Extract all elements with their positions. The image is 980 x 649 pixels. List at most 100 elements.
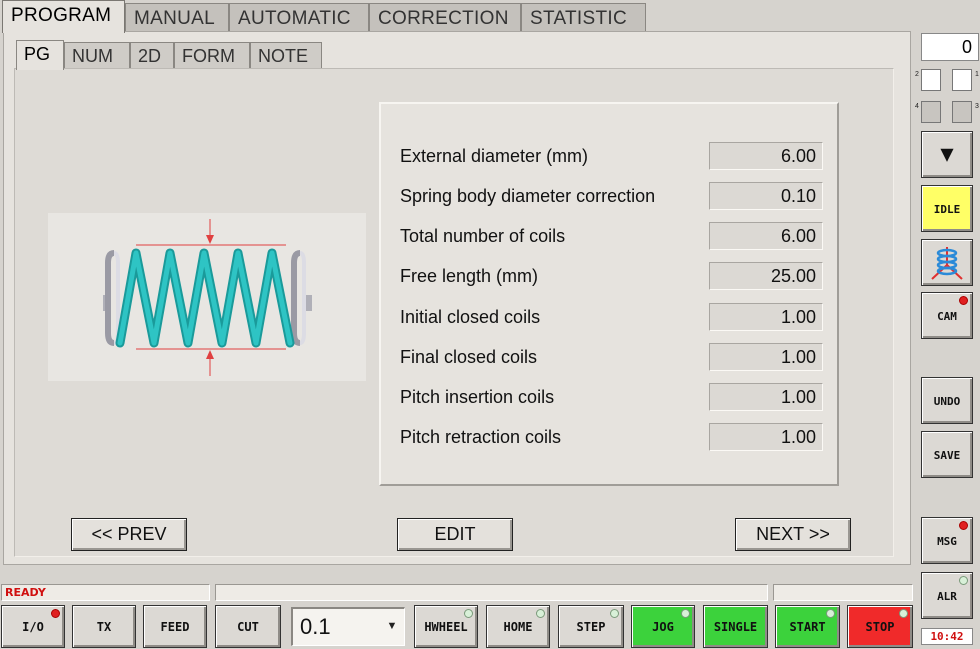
hwheel-button[interactable]: HWHEEL xyxy=(414,605,478,648)
param-value[interactable]: 25.00 xyxy=(709,262,823,290)
mini-label: 2 xyxy=(915,71,919,78)
top-tab-bar: PROGRAM MANUAL AUTOMATIC CORRECTION STAT… xyxy=(0,0,910,33)
edit-button[interactable]: EDIT xyxy=(397,518,513,551)
feed-button[interactable]: FEED xyxy=(143,605,207,648)
message-field xyxy=(215,584,768,601)
step-label: STEP xyxy=(576,620,606,634)
status-text: READY xyxy=(5,586,46,599)
led-indicator xyxy=(959,296,968,305)
io-label: I/O xyxy=(22,620,44,634)
mini-box-1[interactable] xyxy=(952,69,972,91)
msg-button[interactable]: MSG xyxy=(921,517,973,564)
single-button[interactable]: SINGLE xyxy=(703,605,768,648)
mini-label: 4 xyxy=(915,103,919,110)
led-indicator xyxy=(464,609,473,618)
param-label: Spring body diameter correction xyxy=(400,186,656,206)
param-value[interactable]: 6.00 xyxy=(709,222,823,250)
param-value[interactable]: 1.00 xyxy=(709,383,823,411)
jog-label: JOG xyxy=(652,620,674,634)
param-label: Total number of coils xyxy=(400,226,566,246)
prev-button[interactable]: << PREV xyxy=(71,518,187,551)
led-indicator xyxy=(51,609,60,618)
param-row: Pitch retraction coils 1.00 xyxy=(381,423,837,451)
cam-label: CAM xyxy=(937,310,957,323)
param-label: Free length (mm) xyxy=(400,266,539,286)
feed-label: FEED xyxy=(160,620,190,634)
param-row: Total number of coils 6.00 xyxy=(381,222,837,250)
io-button[interactable]: I/O xyxy=(1,605,65,648)
program-panel: PG NUM 2D FORM NOTE External diameter (m… xyxy=(3,31,911,565)
mini-label: 1 xyxy=(975,71,979,78)
tab-manual[interactable]: MANUAL xyxy=(125,3,229,32)
param-value[interactable]: 1.00 xyxy=(709,423,823,451)
tab-num[interactable]: NUM xyxy=(64,42,130,69)
led-indicator xyxy=(959,576,968,585)
param-label: Initial closed coils xyxy=(400,307,541,327)
scroll-down-button[interactable]: ▼ xyxy=(921,131,973,178)
jog-button[interactable]: JOG xyxy=(631,605,695,648)
start-button[interactable]: START xyxy=(775,605,840,648)
tab-form[interactable]: FORM xyxy=(174,42,250,69)
clock: 10:42 xyxy=(921,628,973,645)
led-indicator xyxy=(826,609,835,618)
idle-label: IDLE xyxy=(933,203,961,216)
chevron-down-icon[interactable]: ▼ xyxy=(383,612,401,642)
parameter-panel: External diameter (mm) 6.00 Spring body … xyxy=(379,102,839,486)
save-label: SAVE xyxy=(933,449,961,462)
tab-statistic[interactable]: STATISTIC xyxy=(521,3,646,32)
status-field: READY xyxy=(1,584,210,601)
tab-correction[interactable]: CORRECTION xyxy=(369,3,521,32)
mini-label: 3 xyxy=(975,103,979,110)
led-indicator xyxy=(959,521,968,530)
param-value[interactable]: 6.00 xyxy=(709,142,823,170)
save-button[interactable]: SAVE xyxy=(921,431,973,478)
param-row: Free length (mm) 25.00 xyxy=(381,262,837,290)
mini-box-4[interactable] xyxy=(921,101,941,123)
tab-program[interactable]: PROGRAM xyxy=(2,0,125,33)
mini-box-3[interactable] xyxy=(952,101,972,123)
param-label: Pitch retraction coils xyxy=(400,427,562,447)
home-button[interactable]: HOME xyxy=(486,605,550,648)
next-button[interactable]: NEXT >> xyxy=(735,518,851,551)
spring-view-button[interactable] xyxy=(921,239,973,286)
param-row: Initial closed coils 1.00 xyxy=(381,303,837,331)
led-indicator xyxy=(610,609,619,618)
param-value[interactable]: 0.10 xyxy=(709,182,823,210)
step-size-value: 0.1 xyxy=(300,614,331,639)
msg-label: MSG xyxy=(937,535,957,548)
single-label: SINGLE xyxy=(713,620,758,634)
param-value[interactable]: 1.00 xyxy=(709,343,823,371)
led-indicator xyxy=(536,609,545,618)
idle-status-button[interactable]: IDLE xyxy=(921,185,973,232)
stop-label: STOP xyxy=(865,620,895,634)
led-indicator xyxy=(899,609,908,618)
cut-label: CUT xyxy=(237,620,259,634)
step-button[interactable]: STEP xyxy=(558,605,624,648)
tab-2d[interactable]: 2D xyxy=(130,42,174,69)
undo-label: UNDO xyxy=(933,395,961,408)
tab-automatic[interactable]: AUTOMATIC xyxy=(229,3,369,32)
step-size-select[interactable]: 0.1 ▼ xyxy=(291,607,405,646)
param-label: External diameter (mm) xyxy=(400,146,589,166)
cut-button[interactable]: CUT xyxy=(215,605,281,648)
param-value[interactable]: 1.00 xyxy=(709,303,823,331)
hwheel-label: HWHEEL xyxy=(424,620,468,634)
param-label: Final closed coils xyxy=(400,347,538,367)
home-label: HOME xyxy=(503,620,533,634)
alr-label: ALR xyxy=(937,590,957,603)
tab-note[interactable]: NOTE xyxy=(250,42,322,69)
mini-box-2[interactable] xyxy=(921,69,941,91)
stop-button[interactable]: STOP xyxy=(847,605,913,648)
undo-button[interactable]: UNDO xyxy=(921,377,973,424)
tab-pg[interactable]: PG xyxy=(16,40,64,70)
param-row: Pitch insertion coils 1.00 xyxy=(381,383,837,411)
led-indicator xyxy=(681,609,690,618)
spring-diagram xyxy=(48,213,366,381)
cam-button[interactable]: CAM xyxy=(921,292,973,339)
tx-label: TX xyxy=(96,620,112,634)
alr-button[interactable]: ALR xyxy=(921,572,973,619)
param-row: Final closed coils 1.00 xyxy=(381,343,837,371)
tx-button[interactable]: TX xyxy=(72,605,136,648)
triangle-down-icon: ▼ xyxy=(940,142,954,167)
info-field xyxy=(773,584,913,601)
